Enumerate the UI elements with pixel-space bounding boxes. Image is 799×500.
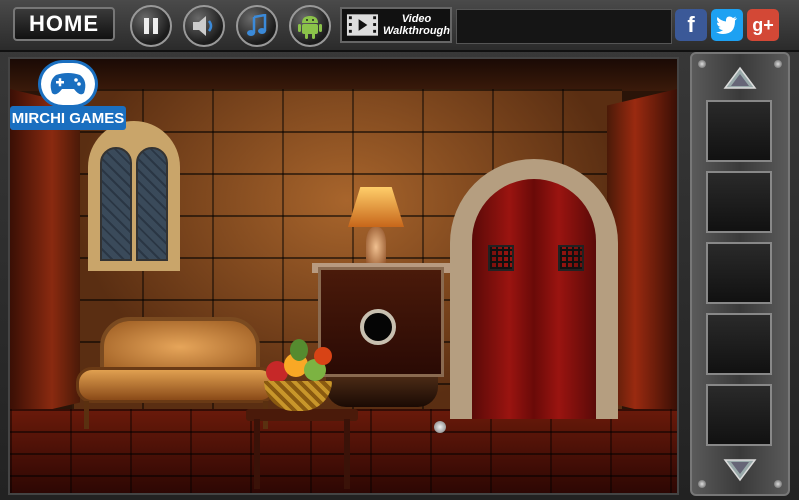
- android-icon: [298, 16, 322, 39]
- video-walkthrough-label: Video Walkthrough: [383, 13, 450, 37]
- cabinet-round-slot[interactable]: [360, 309, 396, 345]
- inventory-scroll-up-button[interactable]: [706, 64, 774, 92]
- screw-icon: [698, 60, 706, 68]
- exit-door[interactable]: [472, 179, 596, 419]
- left-wall: [10, 89, 80, 419]
- music-button[interactable]: [236, 5, 278, 47]
- facebook-icon: f: [687, 12, 695, 37]
- video-walkthrough-button[interactable]: Video Walkthrough: [340, 7, 452, 43]
- fruit-pile[interactable]: [260, 339, 336, 387]
- music-note-icon: [247, 14, 267, 36]
- google-plus-icon: g+: [752, 14, 774, 35]
- arrow-up-icon: [723, 66, 757, 89]
- facebook-button[interactable]: f: [675, 9, 707, 41]
- twitter-button[interactable]: [711, 9, 743, 41]
- inventory-slot-4[interactable]: [706, 313, 772, 375]
- inventory-slot-5[interactable]: [706, 384, 772, 446]
- status-bar: [456, 9, 672, 44]
- logo-text: MIRCHI GAMES: [10, 106, 126, 130]
- inventory-panel: [690, 52, 790, 496]
- speaker-icon: [193, 16, 213, 36]
- mirchi-games-logo[interactable]: MIRCHI GAMES: [10, 60, 126, 136]
- door-grill-left: [488, 245, 514, 271]
- sofa-legs: [84, 401, 268, 429]
- window-pane-left: [100, 147, 132, 261]
- window-pane-right: [136, 147, 168, 261]
- inventory-slot-1[interactable]: [706, 100, 772, 162]
- inventory-slot-2[interactable]: [706, 171, 772, 233]
- top-toolbar: HOME Video Walkthrough f g+: [0, 0, 799, 52]
- sofa-seat[interactable]: [76, 367, 276, 403]
- home-button[interactable]: HOME: [13, 7, 115, 41]
- video-label-line1: Video: [401, 13, 432, 25]
- pause-icon: [144, 18, 158, 34]
- screw-icon: [774, 60, 782, 68]
- video-film-icon: [346, 14, 379, 36]
- inventory-scroll-down-button[interactable]: [706, 456, 774, 484]
- arrow-down-icon: [723, 459, 757, 482]
- screw-icon: [774, 480, 782, 488]
- side-table-legs: [254, 419, 350, 489]
- google-plus-button[interactable]: g+: [747, 9, 779, 41]
- video-label-line2: Walkthrough: [382, 25, 450, 37]
- gamepad-icon: [38, 60, 98, 108]
- door-grill-right: [558, 245, 584, 271]
- floor-ball[interactable]: [434, 421, 446, 433]
- lamp-base[interactable]: [366, 227, 386, 267]
- twitter-icon: [716, 16, 737, 34]
- screw-icon: [698, 480, 706, 488]
- gothic-window[interactable]: [88, 121, 180, 271]
- cabinet-base: [326, 377, 438, 407]
- inventory-slot-3[interactable]: [706, 242, 772, 304]
- android-button[interactable]: [289, 5, 331, 47]
- pause-button[interactable]: [130, 5, 172, 47]
- sound-button[interactable]: [183, 5, 225, 47]
- game-root: HOME Video Walkthrough f g+ MIRCHI GAMES: [0, 0, 799, 500]
